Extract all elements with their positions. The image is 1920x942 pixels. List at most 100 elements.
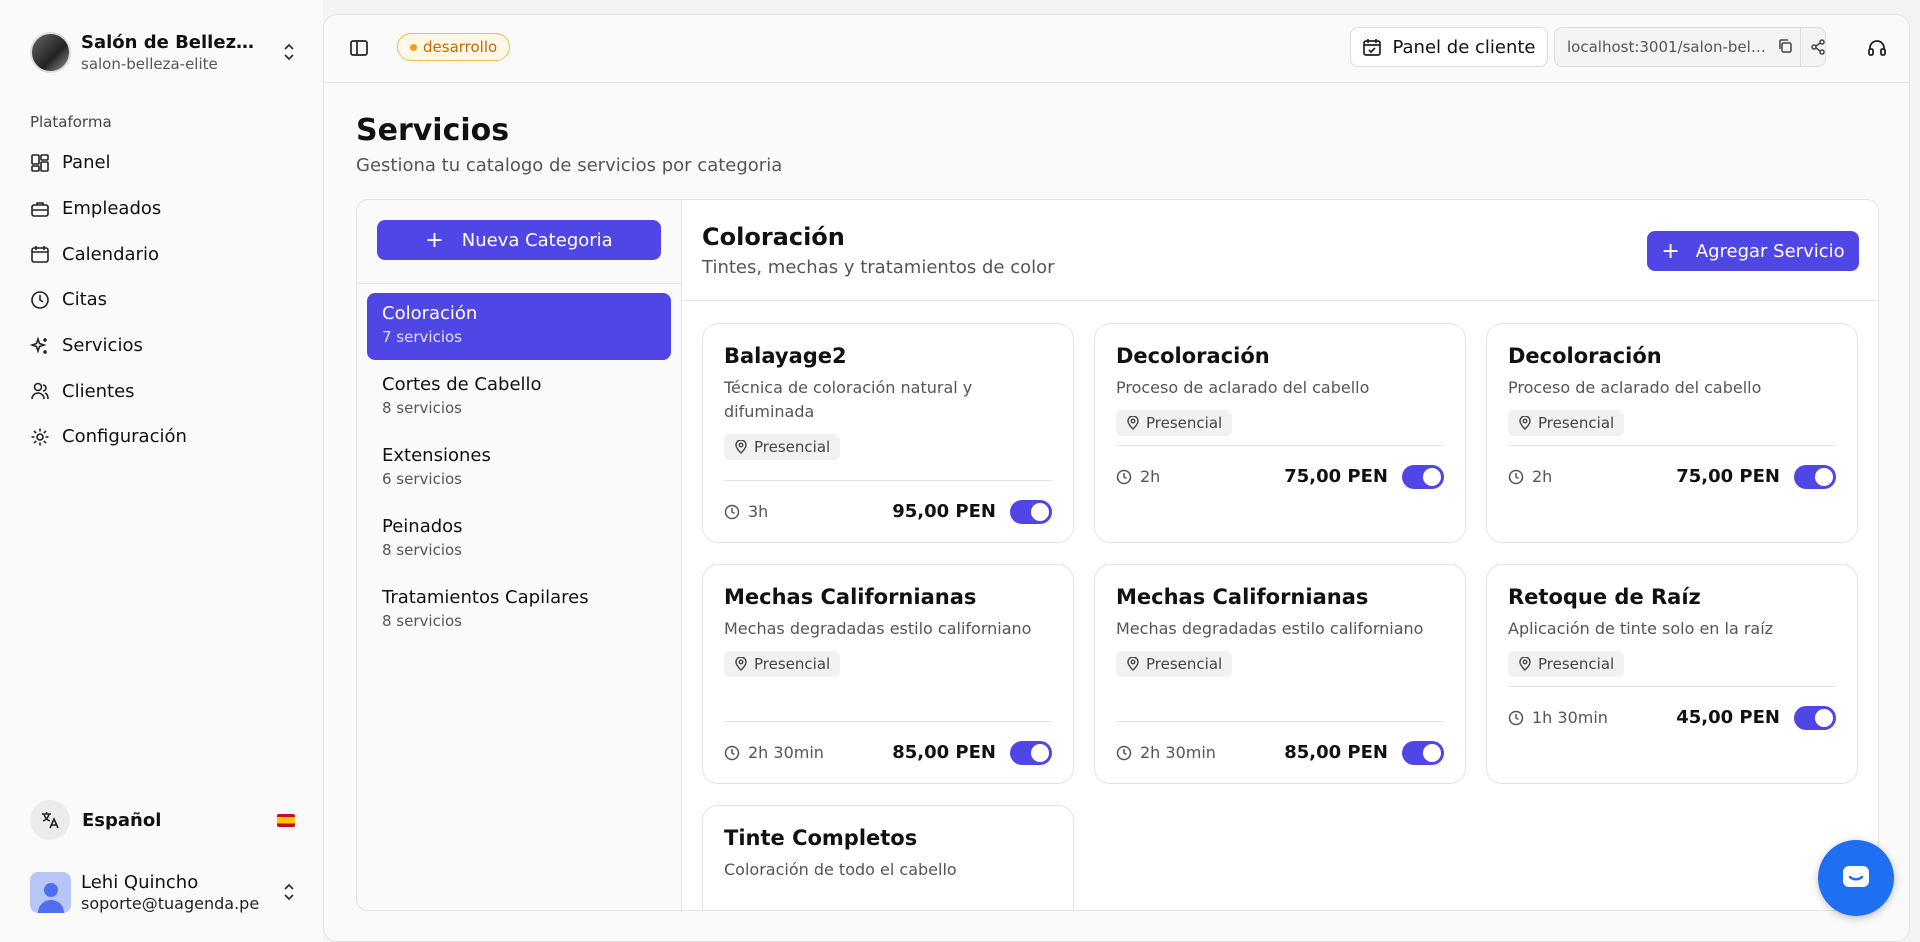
service-duration: 3h (724, 502, 892, 521)
category-name: Extensiones (382, 445, 491, 466)
client-panel-label: Panel de cliente (1392, 36, 1536, 58)
clock-icon (724, 504, 740, 519)
service-name: Mechas Californianas (1116, 585, 1369, 609)
service-active-toggle[interactable] (1402, 740, 1444, 765)
service-name: Tinte Completos (724, 826, 918, 850)
service-price: 85,00 PEN (892, 742, 996, 763)
service-active-toggle[interactable] (1794, 705, 1836, 730)
service-duration: 2h 30min (1116, 743, 1284, 762)
service-description: Mechas degradadas estilo californiano (1116, 619, 1424, 638)
service-footer: 2h 75,00 PEN (1116, 445, 1444, 507)
chat-icon (1843, 866, 1869, 887)
plus-icon: + (425, 227, 444, 253)
gear-icon (31, 428, 49, 446)
public-url-text: localhost:3001/salon-belleza-elite (1567, 38, 1767, 56)
mode-badge: Presencial (1508, 410, 1625, 436)
service-duration: 2h (1508, 467, 1676, 486)
mode-badge: Presencial (724, 651, 841, 677)
sidebar-item-clientes[interactable]: Clientes (22, 368, 302, 414)
language-label: Español (82, 809, 162, 831)
service-card[interactable]: Mechas Californianas Mechas degradadas e… (1094, 564, 1466, 784)
sidebar-item-label: Calendario (62, 243, 159, 265)
service-footer: 1h 30min 45,00 PEN (1508, 686, 1836, 748)
service-card[interactable]: Mechas Californianas Mechas degradadas e… (702, 564, 1074, 784)
org-switcher[interactable]: Salón de Belleza Elite salon-belleza-eli… (30, 30, 298, 74)
client-panel-button[interactable]: Panel de cliente (1350, 27, 1548, 67)
category-count: 8 servicios (382, 399, 462, 417)
sidebar-item-configuracion[interactable]: Configuración (22, 414, 302, 460)
chevrons-up-down-icon (280, 38, 298, 66)
map-pin-icon (735, 657, 747, 671)
mode-label: Presencial (1146, 655, 1223, 673)
service-price: 75,00 PEN (1284, 466, 1388, 487)
user-menu[interactable]: Lehi Quincho soporte@tuagenda.pe (30, 870, 298, 914)
share-icon[interactable] (1800, 28, 1826, 66)
mode-label: Presencial (1538, 655, 1615, 673)
sidebar-item-label: Configuración (62, 426, 187, 448)
service-card[interactable]: Balayage2 Técnica de coloración natural … (702, 323, 1074, 543)
language-selector[interactable]: Español (30, 800, 295, 840)
topbar: desarrollo Panel de cliente localhost:30… (324, 15, 1909, 83)
service-description: Proceso de aclarado del cabello (1508, 378, 1762, 397)
sidebar-item-servicios[interactable]: Servicios (22, 323, 302, 369)
category-item-peinados[interactable]: Peinados 8 servicios (367, 506, 671, 573)
service-card[interactable]: Decoloración Proceso de aclarado del cab… (1486, 323, 1858, 543)
sparkles-icon (30, 336, 47, 354)
service-active-toggle[interactable] (1794, 464, 1836, 489)
map-pin-icon (1519, 657, 1531, 671)
dashboard-icon (31, 154, 49, 172)
new-category-button[interactable]: + Nueva Categoria (377, 220, 661, 260)
category-item-extensiones[interactable]: Extensiones 6 servicios (367, 435, 671, 502)
headset-icon[interactable] (1866, 37, 1888, 63)
divider (357, 283, 681, 284)
mode-badge: Presencial (1508, 651, 1625, 677)
chat-widget-button[interactable] (1818, 840, 1894, 916)
service-active-toggle[interactable] (1010, 499, 1052, 524)
service-card[interactable]: Tinte Completos Coloración de todo el ca… (702, 805, 1074, 910)
service-header: Coloración Tintes, mechas y tratamientos… (682, 200, 1878, 301)
category-count: 6 servicios (382, 470, 462, 488)
clock-icon (1508, 710, 1524, 725)
category-item-coloracion[interactable]: Coloración 7 servicios (367, 293, 671, 360)
sidebar-item-empleados[interactable]: Empleados (22, 186, 302, 232)
copy-icon[interactable] (1777, 38, 1793, 58)
sidebar-item-label: Empleados (62, 198, 162, 220)
category-count: 7 servicios (382, 328, 462, 346)
service-duration: 1h 30min (1508, 708, 1676, 727)
sidebar-toggle-icon[interactable] (348, 37, 370, 59)
category-name: Tratamientos Capilares (382, 587, 589, 608)
category-name: Peinados (382, 516, 463, 537)
status-dot-icon (410, 43, 417, 51)
service-footer: 3h 95,00 PEN (724, 480, 1052, 542)
service-card[interactable]: Retoque de Raíz Aplicación de tinte solo… (1486, 564, 1858, 784)
service-active-toggle[interactable] (1402, 464, 1444, 489)
clock-icon (1116, 745, 1132, 760)
service-duration: 2h 30min (724, 743, 892, 762)
user-email: soporte@tuagenda.pe (81, 893, 260, 913)
sidebar-nav: Panel Empleados Calendario Citas Servici… (22, 140, 302, 460)
sidebar-item-panel[interactable]: Panel (22, 140, 302, 186)
add-service-label: Agregar Servicio (1695, 240, 1845, 262)
sidebar-item-calendario[interactable]: Calendario (22, 231, 302, 277)
service-description: Coloración de todo el cabello (724, 860, 957, 879)
org-slug: salon-belleza-elite (81, 54, 218, 73)
sidebar-item-label: Citas (62, 289, 108, 311)
public-url-field[interactable]: localhost:3001/salon-belleza-elite (1554, 27, 1826, 67)
chevrons-up-down-icon (280, 878, 298, 906)
category-item-cortes[interactable]: Cortes de Cabello 8 servicios (367, 364, 671, 431)
category-item-tratamientos[interactable]: Tratamientos Capilares 8 servicios (367, 577, 671, 644)
page-subtitle: Gestiona tu catalogo de servicios por ca… (356, 155, 783, 176)
calendar-icon (31, 246, 49, 264)
user-name: Lehi Quincho (81, 871, 199, 893)
service-price: 95,00 PEN (892, 501, 996, 522)
sidebar-item-label: Servicios (62, 335, 143, 357)
duration-label: 2h 30min (748, 743, 824, 762)
sidebar-item-citas[interactable]: Citas (22, 277, 302, 323)
service-card[interactable]: Decoloración Proceso de aclarado del cab… (1094, 323, 1466, 543)
add-service-button[interactable]: + Agregar Servicio (1647, 231, 1859, 271)
category-count: 8 servicios (382, 541, 462, 559)
mode-label: Presencial (1538, 414, 1615, 432)
category-column: + Nueva Categoria Coloración 7 servicios… (357, 200, 682, 910)
service-active-toggle[interactable] (1010, 740, 1052, 765)
spain-flag-icon (277, 813, 295, 827)
